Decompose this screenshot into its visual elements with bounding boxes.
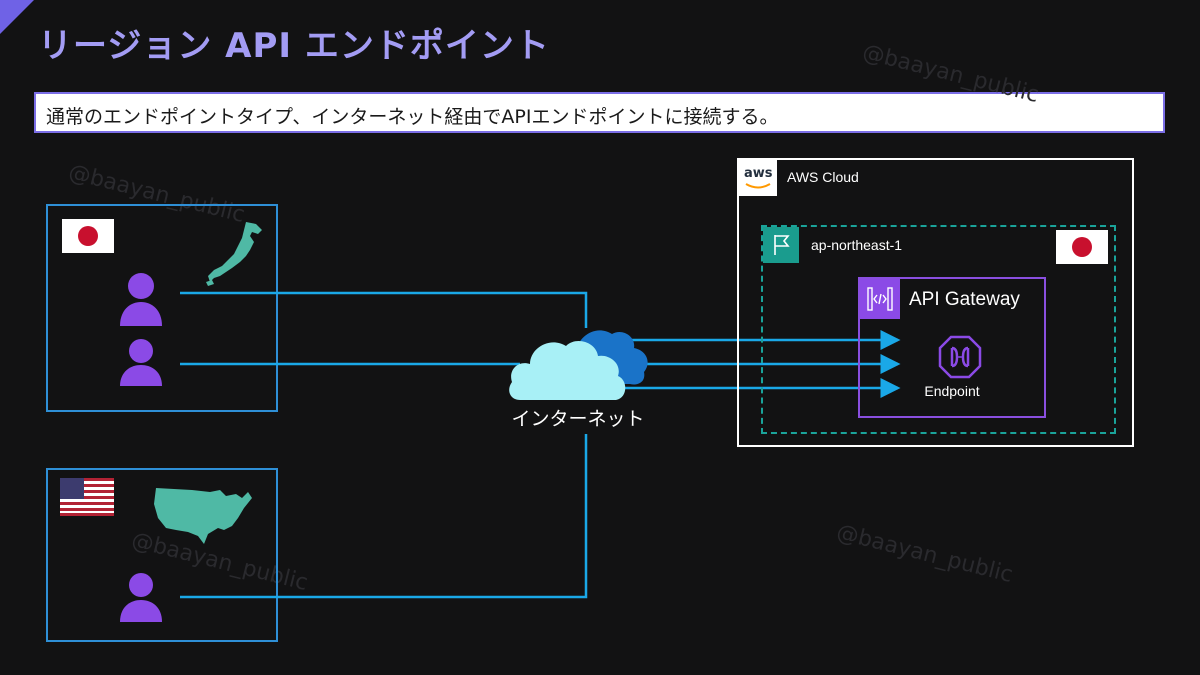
endpoint-icon: [938, 335, 982, 379]
japan-flag-icon: [1056, 230, 1108, 264]
aws-cloud-label: AWS Cloud: [787, 169, 859, 185]
connector-line: [180, 434, 588, 599]
flag-icon: [763, 227, 799, 263]
internet-label: インターネット: [511, 408, 645, 430]
api-gateway-icon: [860, 279, 900, 319]
aws-logo-icon: aws: [739, 160, 777, 196]
cloud-icon: [509, 330, 648, 400]
api-gateway-label: API Gateway: [909, 289, 1020, 310]
api-gateway-group: API Gateway Endpoint: [858, 277, 1046, 418]
region-label: ap-northeast-1: [811, 237, 903, 253]
endpoint-label: Endpoint: [924, 383, 980, 399]
